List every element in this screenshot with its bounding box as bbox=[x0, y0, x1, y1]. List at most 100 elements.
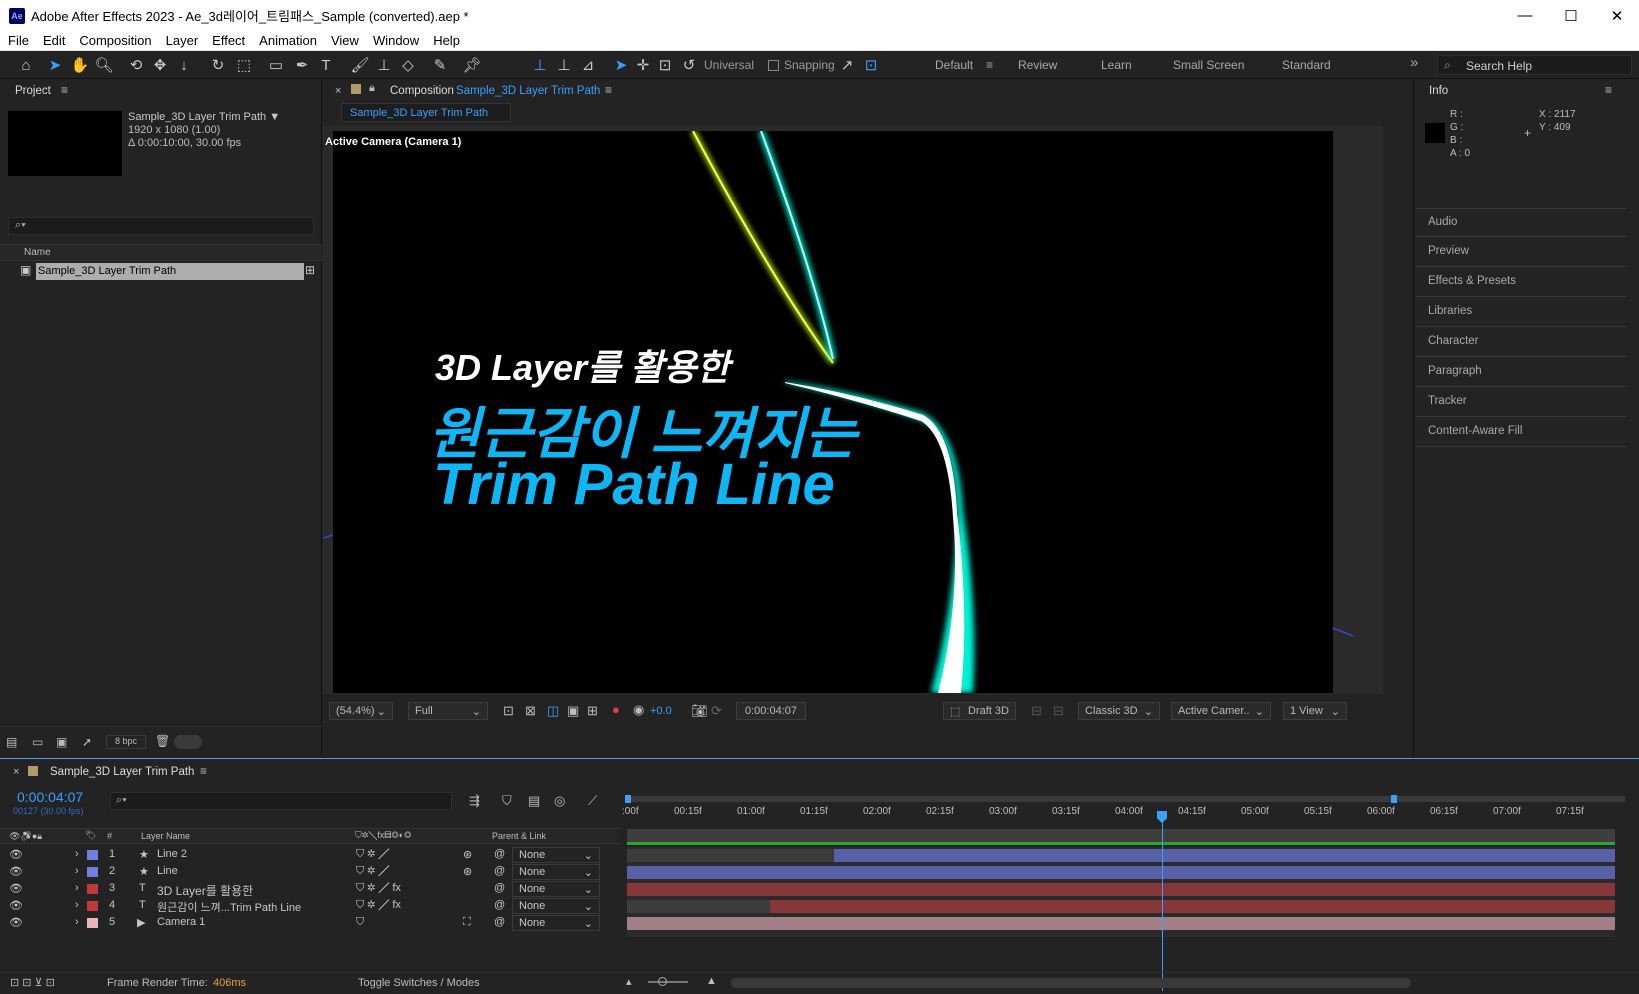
workspace-small-screen[interactable]: Small Screen bbox=[1173, 58, 1244, 72]
menu-file[interactable]: File bbox=[2, 33, 35, 48]
color-management-icon[interactable]: ◉ bbox=[633, 702, 644, 718]
expand-chevron-icon[interactable]: › bbox=[75, 899, 79, 911]
camera-icon[interactable]: ⛶ bbox=[463, 916, 471, 929]
project-item-row[interactable]: Sample_3D Layer Trim Path bbox=[36, 263, 304, 280]
layer-switches-icon[interactable]: ⛉ bbox=[356, 916, 364, 929]
pickwhip-icon[interactable]: @ bbox=[494, 899, 505, 911]
new-folder-icon[interactable]: ▭ bbox=[32, 735, 43, 749]
pan-camera-icon[interactable]: ✥ bbox=[150, 55, 170, 75]
3d-layer-icon[interactable]: ⊛ bbox=[463, 865, 472, 878]
brush-tool-icon[interactable]: 🖌︎ bbox=[350, 55, 370, 75]
move-icon[interactable]: ✛ bbox=[634, 55, 652, 75]
anchor-tool-icon[interactable]: ⬚ bbox=[234, 55, 254, 75]
views-layout-dropdown[interactable]: 1 View ⌄ bbox=[1283, 702, 1347, 720]
layer-track-bar[interactable] bbox=[627, 917, 1615, 930]
close-timeline-icon[interactable]: × bbox=[13, 766, 19, 778]
orbit-camera-icon[interactable]: ⟲ bbox=[126, 55, 146, 75]
layer-row[interactable]: 👁︎ › 5 ▶ Camera 1 ⛉ ⛶ @ None ⌄ bbox=[0, 915, 620, 931]
column-parent[interactable]: Parent & Link bbox=[492, 831, 546, 841]
work-area-start[interactable] bbox=[625, 795, 631, 803]
menu-view[interactable]: View bbox=[325, 33, 365, 48]
comp-panel-menu-icon[interactable]: ≡ bbox=[605, 83, 612, 97]
pickwhip-icon[interactable]: @ bbox=[494, 882, 505, 894]
close-button[interactable]: ✕ bbox=[1594, 0, 1639, 31]
column-layer-name[interactable]: Layer Name bbox=[141, 831, 190, 841]
selection-tool-icon[interactable]: ➤ bbox=[46, 55, 64, 75]
info-panel-title[interactable]: Info bbox=[1429, 85, 1448, 97]
workspace-standard[interactable]: Standard bbox=[1282, 58, 1331, 72]
layer-row[interactable]: 👁︎ › 2 ★ Line ⛉ ✲ ╱ ⊛ @ None ⌄ bbox=[0, 864, 620, 880]
current-timecode[interactable]: 0:00:04:07 bbox=[17, 789, 83, 805]
bit-depth-button[interactable]: 8 bpc bbox=[106, 735, 146, 749]
minimize-button[interactable]: — bbox=[1502, 0, 1548, 31]
pickwhip-icon[interactable]: @ bbox=[494, 865, 505, 877]
more-workspaces-icon[interactable]: » bbox=[1410, 54, 1418, 71]
layer-switches-icon[interactable]: ⛉ ✲ ╱ bbox=[356, 848, 389, 861]
time-ruler[interactable]: :00f 00:15f 01:00f 01:15f 02:00f 02:15f … bbox=[622, 806, 1632, 830]
universal-select-icon[interactable]: ➤ bbox=[612, 55, 630, 75]
parent-dropdown[interactable]: None ⌄ bbox=[512, 847, 600, 863]
expand-chevron-icon[interactable]: › bbox=[75, 882, 79, 894]
layer-switches-icon[interactable]: ⛉ ✲ ╱ fx bbox=[356, 899, 401, 912]
panel-libraries[interactable]: Libraries bbox=[1416, 298, 1626, 327]
workspace-menu-icon[interactable]: ≡ bbox=[986, 58, 993, 72]
rectangle-tool-icon[interactable]: ▭ bbox=[266, 55, 286, 75]
comp-canvas[interactable]: 3D Layer를 활용한 원근감이 느껴지는 Trim Path Line bbox=[333, 131, 1333, 693]
zoom-dropdown[interactable]: (54.4%) ⌄ bbox=[329, 702, 393, 720]
snapshot-icon[interactable]: 📷︎ bbox=[691, 703, 708, 719]
trash-icon[interactable]: 🗑︎ bbox=[155, 734, 170, 748]
playhead-line[interactable] bbox=[1162, 811, 1163, 991]
eraser-tool-icon[interactable]: ◇ bbox=[398, 55, 418, 75]
column-number[interactable]: # bbox=[107, 831, 112, 841]
workspace-default[interactable]: Default bbox=[935, 58, 973, 72]
menu-edit[interactable]: Edit bbox=[37, 33, 71, 48]
ground-plane-icon[interactable]: ⊟ bbox=[1053, 703, 1064, 719]
comp-view-tab[interactable]: Sample_3D Layer Trim Path bbox=[341, 103, 511, 122]
expand-chevron-icon[interactable]: › bbox=[75, 916, 79, 928]
local-axis-icon[interactable]: ⊥ bbox=[530, 55, 550, 75]
frame-blending-icon[interactable]: ▤ bbox=[528, 793, 540, 809]
project-search-input[interactable]: ⌕▾ bbox=[8, 217, 314, 235]
grid-guides-icon[interactable]: ⊞ bbox=[587, 703, 598, 719]
visibility-eye-icon[interactable]: 👁︎ bbox=[9, 916, 23, 929]
close-tab-icon[interactable]: × bbox=[335, 85, 341, 97]
visibility-eye-icon[interactable]: 👁︎ bbox=[9, 865, 23, 878]
render-queue-icon[interactable]: ➚ bbox=[82, 735, 92, 749]
zoom-tool-icon[interactable]: 🔍︎ bbox=[94, 55, 114, 75]
fast-previews-icon[interactable]: ⊡ bbox=[503, 703, 514, 719]
transparency-grid-icon[interactable]: ⊠ bbox=[525, 703, 536, 719]
timeline-scrollbar[interactable] bbox=[731, 978, 1411, 988]
rotate-tool-icon[interactable]: ↻ bbox=[208, 55, 228, 75]
panel-paragraph[interactable]: Paragraph bbox=[1416, 358, 1626, 387]
rotate-icon[interactable]: ↺ bbox=[680, 55, 698, 75]
layer-switches-icon[interactable]: ⛉ ✲ ╱ fx bbox=[356, 882, 401, 895]
lock-icon[interactable]: 🔒︎ bbox=[369, 82, 375, 95]
maximize-button[interactable]: ☐ bbox=[1548, 0, 1594, 31]
expand-chevron-icon[interactable]: › bbox=[75, 865, 79, 877]
work-area-end[interactable] bbox=[1391, 795, 1397, 803]
layer-label-color[interactable] bbox=[87, 850, 98, 860]
layer-row[interactable]: 👁︎ › 3 T 3D Layer를 활용한 ⛉ ✲ ╱ fx @ None ⌄ bbox=[0, 881, 620, 898]
info-panel-menu-icon[interactable]: ≡ bbox=[1605, 83, 1612, 97]
motion-blur-icon[interactable]: ◎ bbox=[554, 793, 565, 809]
panel-effects-presets[interactable]: Effects & Presets bbox=[1416, 268, 1626, 297]
view-axis-icon[interactable]: ⊿ bbox=[578, 55, 598, 75]
menu-effect[interactable]: Effect bbox=[206, 33, 251, 48]
search-help-field[interactable]: ⌕ Search Help bbox=[1437, 55, 1632, 75]
extended-viewer-icon[interactable]: ⊟ bbox=[1031, 703, 1042, 719]
layer-label-color[interactable] bbox=[87, 901, 98, 911]
menu-window[interactable]: Window bbox=[367, 33, 425, 48]
layer-label-color[interactable] bbox=[87, 867, 98, 877]
home-icon[interactable]: ⌂ bbox=[16, 55, 36, 75]
menu-help[interactable]: Help bbox=[427, 33, 466, 48]
layer-row[interactable]: 👁︎ › 1 ★ Line 2 ⛉ ✲ ╱ ⊛ @ None ⌄ bbox=[0, 847, 620, 863]
visibility-eye-icon[interactable]: 👁︎ bbox=[9, 848, 23, 861]
footer-toggle-icons[interactable]: ⊡ ⊡ ⊻ ⊡ bbox=[10, 976, 55, 989]
exposure-value[interactable]: +0.0 bbox=[650, 705, 672, 717]
panel-character[interactable]: Character bbox=[1416, 328, 1626, 357]
layer-row[interactable]: 👁︎ › 4 T 원근감이 느껴...Trim Path Line ⛉ ✲ ╱ … bbox=[0, 898, 620, 914]
hand-tool-icon[interactable]: ✋ bbox=[70, 55, 90, 75]
track-area[interactable] bbox=[627, 847, 1615, 937]
timeline-search-input[interactable]: ⌕▾ bbox=[110, 792, 452, 810]
dolly-camera-icon[interactable]: ↓ bbox=[174, 55, 194, 75]
